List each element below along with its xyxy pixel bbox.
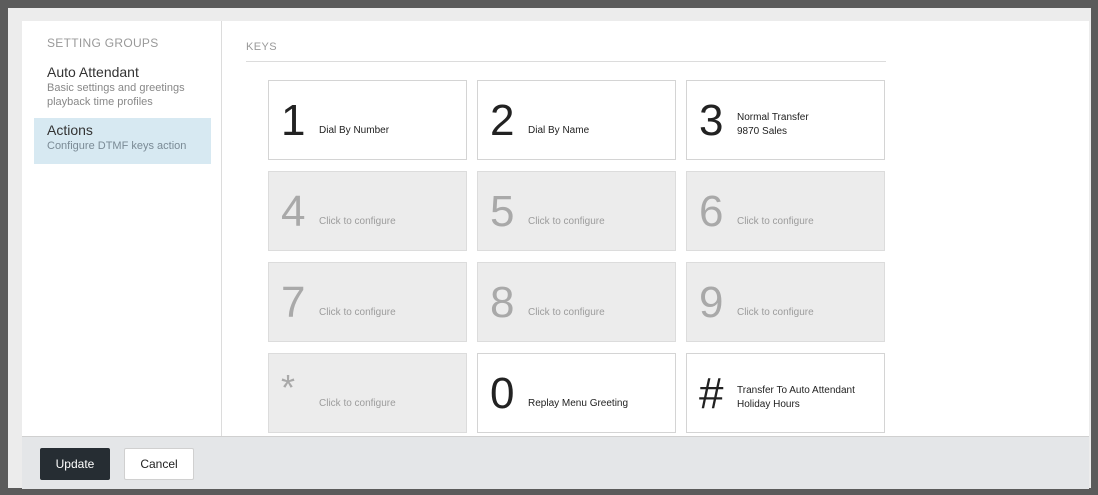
sidebar-item-title: Auto Attendant <box>47 64 139 80</box>
key-action-label: Click to configure <box>528 216 605 227</box>
key-action-label: Click to configure <box>319 398 396 409</box>
key-digit: 9 <box>699 278 724 327</box>
key-digit: 7 <box>281 278 306 327</box>
key-digit: 0 <box>490 369 515 418</box>
key-action-label: Click to configure <box>319 307 396 318</box>
key-digit: 5 <box>490 187 515 236</box>
key-9-tile[interactable]: 9 Click to configure <box>686 262 885 342</box>
key-digit: * <box>281 367 296 408</box>
sidebar-item-desc: Configure DTMF keys action <box>47 140 187 152</box>
key-digit: 1 <box>281 96 306 145</box>
key-action-label: Click to configure <box>737 216 814 227</box>
key-action-label: Replay Menu Greeting <box>528 398 629 409</box>
key-7-tile[interactable]: 7 Click to configure <box>268 262 467 342</box>
key-action-label: Click to configure <box>737 307 814 318</box>
action-footer: Update Cancel <box>22 436 1089 489</box>
key-action-label: Click to configure <box>319 216 396 227</box>
key-1-tile[interactable]: 1 Dial By Number <box>268 80 467 160</box>
key-action-label: Dial By Number <box>319 125 390 136</box>
key-digit: 4 <box>281 187 306 236</box>
key-action-label: Click to configure <box>528 307 605 318</box>
cancel-button[interactable]: Cancel <box>124 448 194 480</box>
key-6-tile[interactable]: 6 Click to configure <box>686 171 885 251</box>
key-digit: 8 <box>490 278 515 327</box>
key-0-tile[interactable]: 0 Replay Menu Greeting <box>477 353 676 433</box>
key-digit: 6 <box>699 187 724 236</box>
update-button[interactable]: Update <box>40 448 110 480</box>
key-2-tile[interactable]: 2 Dial By Name <box>477 80 676 160</box>
setting-groups-sidebar: SETTING GROUPS Auto Attendant Basic sett… <box>22 21 222 436</box>
key-digit: 2 <box>490 96 515 145</box>
key-4-tile[interactable]: 4 Click to configure <box>268 171 467 251</box>
key-digit: 3 <box>699 96 724 145</box>
keys-heading: KEYS <box>246 41 886 62</box>
key-action-label: Dial By Name <box>528 125 590 136</box>
key-3-tile[interactable]: 3 Normal Transfer 9870 Sales <box>686 80 885 160</box>
settings-panel: SETTING GROUPS Auto Attendant Basic sett… <box>22 21 1089 489</box>
key-digit: # <box>699 369 724 418</box>
key-5-tile[interactable]: 5 Click to configure <box>477 171 676 251</box>
sidebar-heading: SETTING GROUPS <box>47 36 159 50</box>
sidebar-item-desc: Basic settings and greetings <box>47 82 185 94</box>
sidebar-item-auto-attendant[interactable]: Auto Attendant Basic settings and greeti… <box>34 60 211 116</box>
keys-content: KEYS 1 Dial By Number 2 Dial By Name 3 N… <box>221 21 1089 436</box>
sidebar-item-desc: playback time profiles <box>47 96 153 108</box>
key-8-tile[interactable]: 8 Click to configure <box>477 262 676 342</box>
key-action-label: Transfer To Auto Attendant Holiday Hours <box>737 385 855 410</box>
sidebar-item-title: Actions <box>47 122 93 138</box>
key-action-label: Normal Transfer 9870 Sales <box>737 112 809 137</box>
key-star-tile[interactable]: * Click to configure <box>268 353 467 433</box>
sidebar-item-actions[interactable]: Actions Configure DTMF keys action <box>34 118 211 164</box>
window-frame: SETTING GROUPS Auto Attendant Basic sett… <box>8 8 1091 489</box>
key-hash-tile[interactable]: # Transfer To Auto Attendant Holiday Hour… <box>686 353 885 433</box>
